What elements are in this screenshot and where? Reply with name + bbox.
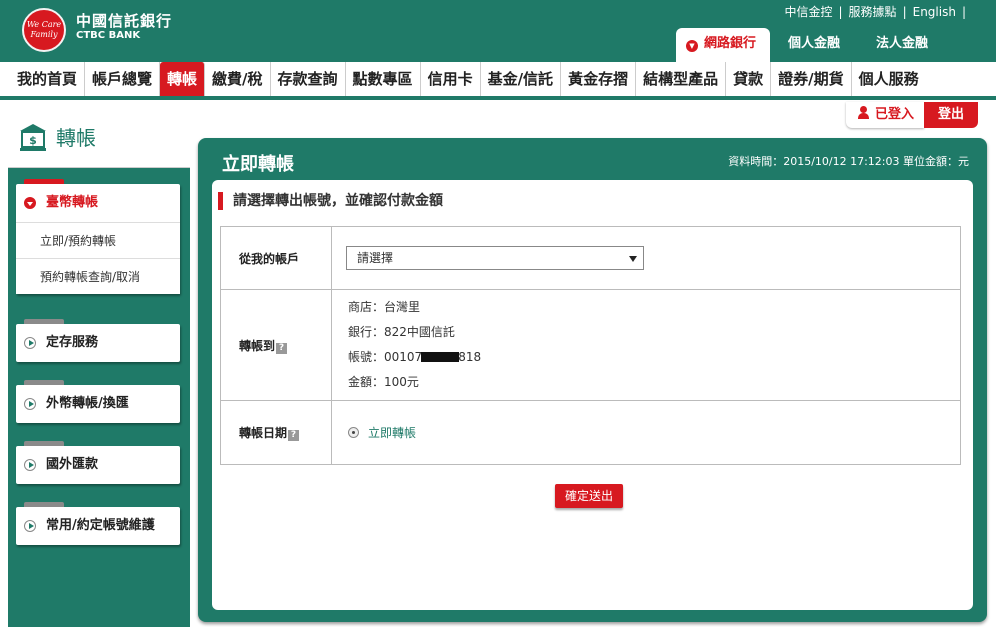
sidebar-group-label[interactable]: 常用/約定帳號維護 <box>16 507 180 545</box>
ctbc-logo[interactable]: We Care Family <box>22 8 66 52</box>
group-label-text: 臺幣轉帳 <box>46 195 99 210</box>
tab-online-banking[interactable]: ▼ 網路銀行 <box>676 28 771 62</box>
menu-item-transfer[interactable]: 轉帳 <box>160 62 206 96</box>
login-status-label: 已登入 <box>874 107 914 122</box>
link-service-locations[interactable]: 服務據點 <box>849 5 897 19</box>
from-account-cell: 請選擇 <box>332 227 961 290</box>
menu-item-structured-products[interactable]: 結構型產品 <box>636 62 727 96</box>
separator: | <box>902 5 907 19</box>
login-bar: 已登入 登出 <box>845 102 978 128</box>
svg-text:$: $ <box>29 134 37 147</box>
sidebar-group-foreign-currency: 外幣轉帳/換匯 <box>16 380 180 423</box>
sidebar-group-label[interactable]: 臺幣轉帳 <box>16 184 180 222</box>
payee-bank: 銀行：822中國信託 <box>348 325 455 339</box>
play-arrow-icon <box>24 398 36 410</box>
separator: | <box>961 5 966 19</box>
sidebar-group-overseas-remittance: 國外匯款 <box>16 441 180 484</box>
sidebar-group-account-maintenance: 常用/約定帳號維護 <box>16 502 180 545</box>
separator: | <box>838 5 843 19</box>
menu-item-credit-card[interactable]: 信用卡 <box>421 62 481 96</box>
site-header: We Care Family 中國信託銀行 CTBC BANK 中信金控 | 服務據… <box>0 0 996 62</box>
transfer-date-label: 轉帳日期 <box>239 426 288 440</box>
play-arrow-icon <box>24 520 36 532</box>
sidebar-group-label[interactable]: 定存服務 <box>16 324 180 362</box>
transfer-form-card: 請選擇轉出帳號，並確認付款金額 從我的帳戶 請選擇 轉帳到? 商店：台灣里 銀行… <box>212 180 973 610</box>
instant-transfer-label: 立即轉帳 <box>368 426 417 440</box>
transfer-date-options: 立即轉帳 <box>331 400 961 465</box>
menu-item-funds-trust[interactable]: 基金/信託 <box>481 62 562 96</box>
top-links: 中信金控 | 服務據點 | English | <box>782 3 970 20</box>
dropdown-arrow-icon <box>629 256 637 262</box>
transfer-date-label-cell: 轉帳日期? <box>220 400 332 465</box>
logout-button[interactable]: 登出 <box>923 102 978 128</box>
tab-label: 網路銀行 <box>704 36 757 51</box>
brand-name-zh: 中國信託銀行 <box>76 12 173 30</box>
from-account-select[interactable]: 請選擇 <box>346 246 644 270</box>
user-icon <box>857 106 869 119</box>
sidebar-group-label[interactable]: 外幣轉帳/換匯 <box>16 385 180 423</box>
section-heading: 請選擇轉出帳號，並確認付款金額 <box>218 192 443 210</box>
from-account-label: 從我的帳戶 <box>220 226 332 290</box>
main-menu: 我的首頁 帳戶總覽 轉帳 繳費/稅 存款查詢 點數專區 信用卡 基金/信託 黃金… <box>0 62 996 100</box>
play-arrow-icon <box>24 459 36 471</box>
form-row-transfer-to: 轉帳到? 商店：台灣里 銀行：822中國信託 帳號：00107 818 金額：10… <box>220 289 961 401</box>
group-label-text: 國外匯款 <box>46 457 99 472</box>
help-icon[interactable]: ? <box>288 430 300 441</box>
group-label-text: 定存服務 <box>46 335 99 350</box>
select-value: 請選擇 <box>357 251 394 265</box>
tab-personal-banking[interactable]: 個人金融 <box>770 28 858 62</box>
sidebar-header: $ 轉帳 <box>8 104 190 168</box>
group-label-text: 外幣轉帳/換匯 <box>46 396 129 411</box>
link-english[interactable]: English <box>913 5 956 19</box>
login-status: 已登入 <box>845 102 924 128</box>
page-title: 立即轉帳 <box>222 154 294 175</box>
transfer-to-info: 商店：台灣里 銀行：822中國信託 帳號：00107 818 金額：100元 <box>331 289 961 401</box>
sidebar-group-twd-transfer: 臺幣轉帳 立即/預約轉帳 預約轉帳查詢/取消 <box>16 179 180 294</box>
data-timestamp: 資料時間：2015/10/12 17:12:03 單位金額：元 <box>728 155 969 168</box>
link-ctbc-holding[interactable]: 中信金控 <box>784 5 832 19</box>
group-label-text: 常用/約定帳號維護 <box>46 518 155 533</box>
account-suffix: 818 <box>458 350 482 364</box>
menu-item-securities-futures[interactable]: 證券/期貨 <box>771 62 852 96</box>
form-row-transfer-date: 轉帳日期? 立即轉帳 <box>220 400 961 465</box>
payee-shop: 商店：台灣里 <box>348 300 421 314</box>
play-arrow-icon <box>24 337 36 349</box>
menu-item-payments-tax[interactable]: 繳費/稅 <box>205 62 271 96</box>
form-row-from-account: 從我的帳戶 請選擇 <box>220 226 961 290</box>
transfer-to-label: 轉帳到 <box>239 338 276 353</box>
logo-text: We Care Family <box>26 20 62 39</box>
help-icon[interactable]: ? <box>276 342 288 354</box>
chevron-down-icon: ▼ <box>686 40 698 52</box>
chevron-down-icon <box>24 197 36 209</box>
account-prefix: 帳號：00107 <box>348 350 423 364</box>
tab-corporate-banking[interactable]: 法人金融 <box>858 28 946 62</box>
bank-transfer-icon: $ <box>20 124 46 151</box>
brand-name-en: CTBC BANK <box>76 30 141 41</box>
sidebar-item-scheduled-transfer-inquiry[interactable]: 預約轉帳查詢/取消 <box>16 258 180 294</box>
payment-amount: 金額：100元 <box>348 375 419 389</box>
menu-item-points[interactable]: 點數專區 <box>346 62 421 96</box>
redaction-mask <box>421 352 460 362</box>
sidebar-group-time-deposit: 定存服務 <box>16 319 180 362</box>
sidebar-group-label[interactable]: 國外匯款 <box>16 446 180 484</box>
transfer-panel: 立即轉帳 資料時間：2015/10/12 17:12:03 單位金額：元 請選擇… <box>198 138 987 622</box>
menu-item-personal-service[interactable]: 個人服務 <box>852 62 926 96</box>
transfer-form-table: 從我的帳戶 請選擇 轉帳到? 商店：台灣里 銀行：822中國信託 帳號：0010… <box>220 226 961 465</box>
main-tabs: ▼ 網路銀行 個人金融 法人金融 <box>676 28 946 62</box>
menu-item-loans[interactable]: 貸款 <box>726 62 772 96</box>
transfer-to-label-cell: 轉帳到? <box>220 289 332 401</box>
payee-account: 帳號：00107 818 <box>348 345 960 370</box>
sidebar: $ 轉帳 臺幣轉帳 立即/預約轉帳 預約轉帳查詢/取消 定存服務 外幣轉帳/換匯… <box>8 104 190 627</box>
menu-item-home[interactable]: 我的首頁 <box>10 62 86 96</box>
sidebar-title: 轉帳 <box>56 126 96 150</box>
menu-item-deposit-inquiry[interactable]: 存款查詢 <box>271 62 346 96</box>
sidebar-item-instant-scheduled-transfer[interactable]: 立即/預約轉帳 <box>16 222 180 258</box>
instant-transfer-radio[interactable] <box>348 427 359 438</box>
menu-item-gold-passbook[interactable]: 黃金存摺 <box>561 62 637 96</box>
confirm-submit-button[interactable]: 確定送出 <box>555 484 623 508</box>
menu-item-account-overview[interactable]: 帳戶總覽 <box>85 62 161 96</box>
